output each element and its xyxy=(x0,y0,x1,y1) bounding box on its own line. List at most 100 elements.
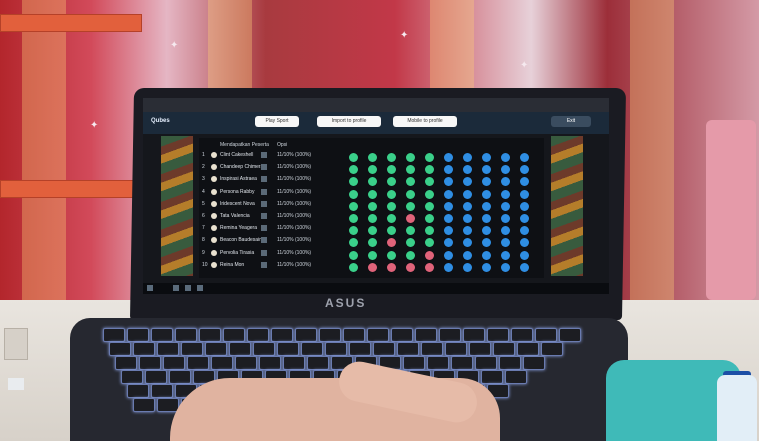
answer-dot-green xyxy=(387,226,396,236)
avatar xyxy=(211,213,217,219)
answer-dot-blue xyxy=(501,177,510,187)
row-number: 1 xyxy=(202,152,205,158)
keyboard-key xyxy=(487,328,509,342)
participant-name: Iridescent Nova xyxy=(220,200,255,207)
answer-dot-blue xyxy=(482,189,491,199)
keyboard-key xyxy=(343,328,365,342)
keyboard-key xyxy=(169,370,191,384)
keyboard-key xyxy=(259,356,281,370)
row-status: 11/10% (100%) xyxy=(277,200,312,207)
results-table: Mendapatkan Peserta Opsi 1 Clint Cakeshel… xyxy=(199,138,544,278)
answer-dot-green xyxy=(425,226,434,236)
answer-dot-blue xyxy=(501,262,510,272)
taskbar-app-icon[interactable] xyxy=(197,285,203,291)
import-button[interactable]: Import to profile xyxy=(317,116,381,127)
answer-dot-blue xyxy=(444,153,453,162)
keyboard-key xyxy=(301,342,323,356)
keyboard-key xyxy=(535,328,557,342)
play-button[interactable]: Play Sport xyxy=(255,116,299,127)
keyboard-key xyxy=(151,328,173,342)
table-row: 10 Reina Mon 11/10% (100%) xyxy=(199,261,544,273)
answer-dot-green xyxy=(349,177,358,187)
taskbar-app-icon[interactable] xyxy=(173,285,179,291)
keyboard-key xyxy=(511,328,533,342)
keyboard-key xyxy=(139,356,161,370)
badge-icon xyxy=(261,261,267,268)
answer-dot-blue xyxy=(520,214,529,223)
exit-button[interactable]: Exit xyxy=(551,116,591,127)
row-number: 4 xyxy=(202,188,205,195)
table-row: 2 Chandeep Chimera 11/10% (100%) xyxy=(199,164,544,175)
laptop-screen: Qubes Play Sport Import to profile Mobil… xyxy=(143,98,609,294)
answer-dot-blue xyxy=(501,165,510,175)
start-icon[interactable] xyxy=(147,285,153,291)
avatar xyxy=(211,152,217,158)
row-number: 6 xyxy=(202,213,205,219)
avatar xyxy=(211,188,217,195)
answer-dot-blue xyxy=(520,189,529,199)
answer-dot-green xyxy=(406,177,415,187)
answer-dot-blue xyxy=(444,226,453,236)
badge-icon xyxy=(261,249,267,256)
answer-dot-green xyxy=(406,189,415,199)
answer-dot-green xyxy=(349,262,358,272)
table-row: 9 Pervolia Tirasia 11/10% (100%) xyxy=(199,249,544,261)
participant-name: Remina Yeagera xyxy=(220,225,257,232)
keyboard-key xyxy=(403,356,425,370)
answer-dot-blue xyxy=(463,189,472,199)
keyboard-key xyxy=(349,342,371,356)
answer-dot-blue xyxy=(520,226,529,236)
taskbar xyxy=(143,283,609,294)
answer-dot-green xyxy=(368,153,377,162)
keyboard-key xyxy=(151,384,173,398)
participant-name: Inspirasi Astraea xyxy=(220,176,257,183)
keyboard-key xyxy=(283,356,305,370)
badge-icon xyxy=(261,237,267,244)
answer-dot-green xyxy=(425,201,434,211)
answer-dot-blue xyxy=(520,238,529,248)
answer-dot-blue xyxy=(520,201,529,211)
badge-icon xyxy=(261,176,267,183)
row-number: 10 xyxy=(202,261,208,268)
table-row: 7 Remina Yeagera 11/10% (100%) xyxy=(199,225,544,236)
answer-dot-green xyxy=(387,177,396,187)
answer-dot-blue xyxy=(501,189,510,199)
keyboard-key xyxy=(475,356,497,370)
answer-dot-blue xyxy=(463,165,472,175)
participant-name: Pervolia Tirasia xyxy=(220,249,255,256)
answer-dot-blue xyxy=(444,189,453,199)
participant-name: Persona Rabby xyxy=(220,188,255,195)
answer-dot-blue xyxy=(501,226,510,236)
answer-dot-red xyxy=(406,262,415,272)
app-header: Qubes Play Sport Import to profile Mobil… xyxy=(143,112,609,134)
pink-bucket xyxy=(706,120,756,300)
wallpaper-star: ✦ xyxy=(90,120,99,131)
column-header-participant: Mendapatkan Peserta xyxy=(220,142,269,148)
keyboard-key xyxy=(373,342,395,356)
taskbar-app-icon[interactable] xyxy=(185,285,191,291)
keyboard-key xyxy=(505,370,527,384)
answer-dot-green xyxy=(406,226,415,236)
keyboard-key xyxy=(277,342,299,356)
water-bottle xyxy=(717,375,757,441)
answer-dot-blue xyxy=(520,153,529,162)
keyboard-key xyxy=(421,342,443,356)
paper-card xyxy=(4,328,28,360)
keyboard-key xyxy=(541,342,563,356)
badge-icon xyxy=(261,225,267,232)
answer-dot-blue xyxy=(501,153,510,162)
row-status: 11/10% (100%) xyxy=(277,249,312,256)
laptop-brand-logo: ASUS xyxy=(325,296,367,310)
answer-dot-green xyxy=(349,250,358,260)
side-decoration-left xyxy=(161,136,193,276)
answer-dot-red xyxy=(368,262,377,272)
table-row: 4 Persona Rabby 11/10% (100%) xyxy=(199,188,544,200)
answer-dot-green xyxy=(349,238,358,248)
keyboard-key xyxy=(163,356,185,370)
participant-name: Clint Cakeshell xyxy=(220,152,254,158)
wallpaper-star: ✦ xyxy=(170,40,179,51)
answer-dot-blue xyxy=(501,201,510,211)
mobile-button[interactable]: Mobile to profile xyxy=(393,116,457,127)
answer-dot-blue xyxy=(463,262,472,272)
avatar xyxy=(211,249,217,256)
